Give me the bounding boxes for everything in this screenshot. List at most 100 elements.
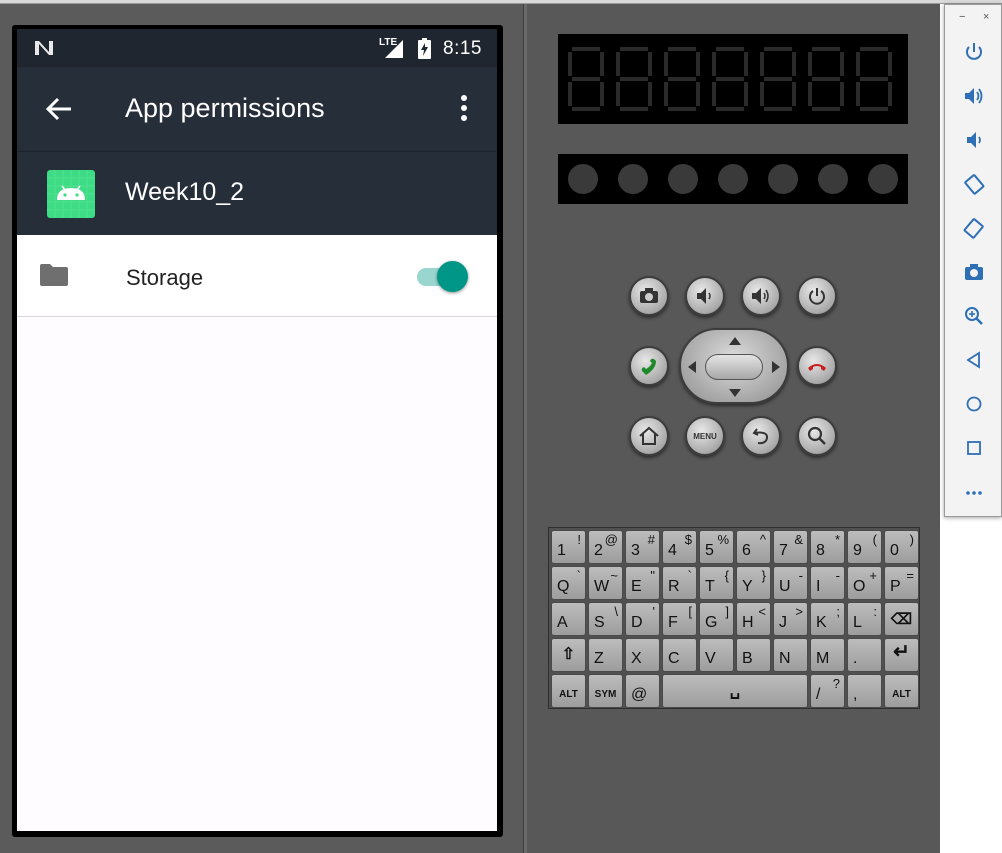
- toolbar-power-button[interactable]: [963, 41, 985, 63]
- overflow-menu-icon[interactable]: [453, 93, 475, 123]
- dpad-down-icon[interactable]: [728, 388, 742, 398]
- key-n[interactable]: N: [773, 638, 808, 672]
- key-label: 4: [668, 542, 677, 559]
- key-v[interactable]: V: [699, 638, 734, 672]
- key-enter[interactable]: ↵: [884, 638, 919, 672]
- device-screen[interactable]: LTE 8:15 App permissions Week10_2 Storag…: [17, 29, 497, 831]
- seven-segment-display: [558, 34, 908, 124]
- key-h[interactable]: H <: [736, 602, 771, 636]
- end-call-button[interactable]: [797, 346, 837, 386]
- minimize-button[interactable]: −: [959, 11, 965, 23]
- key-label: A: [557, 614, 568, 631]
- toolbar-zoom-button[interactable]: [963, 305, 985, 327]
- volume-down-button[interactable]: [685, 276, 725, 316]
- back-button[interactable]: [741, 416, 781, 456]
- key-[interactable]: .: [847, 638, 882, 672]
- key-q[interactable]: Q `: [551, 566, 586, 600]
- home-icon: [639, 426, 659, 445]
- key-label: @: [631, 686, 648, 703]
- led-indicator-strip: [558, 154, 908, 204]
- key-y[interactable]: Y}: [736, 566, 771, 600]
- dpad[interactable]: [679, 328, 789, 404]
- toolbar-home-button[interactable]: [963, 393, 985, 415]
- key-i[interactable]: I-: [810, 566, 845, 600]
- dpad-left-icon[interactable]: [687, 360, 697, 374]
- key-[interactable]: ,: [847, 674, 882, 708]
- key-4[interactable]: 4 $: [662, 530, 697, 564]
- power-button[interactable]: [797, 276, 837, 316]
- overview-icon: [967, 441, 981, 455]
- key-x[interactable]: X: [625, 638, 660, 672]
- permission-toggle[interactable]: [417, 259, 471, 293]
- key-f[interactable]: F[: [662, 602, 697, 636]
- key-0[interactable]: 0): [884, 530, 919, 564]
- home-button[interactable]: [629, 416, 669, 456]
- key-3[interactable]: 3 #: [625, 530, 660, 564]
- toolbar-volume-down-button[interactable]: [963, 129, 985, 151]
- key-a[interactable]: A: [551, 602, 586, 636]
- key-alt-label: \: [614, 604, 618, 619]
- rotate-left-icon: [964, 174, 985, 195]
- key-t[interactable]: T{: [699, 566, 734, 600]
- key-sym[interactable]: SYM: [588, 674, 623, 708]
- key-alt-label: (: [872, 532, 877, 547]
- toolbar-rotate-left-button[interactable]: [963, 173, 985, 195]
- key-p[interactable]: P =: [884, 566, 919, 600]
- toolbar-rotate-right-button[interactable]: [963, 217, 985, 239]
- key-[interactable]: @: [625, 674, 660, 708]
- key-label: 5: [705, 542, 714, 559]
- key-k[interactable]: K;: [810, 602, 845, 636]
- key-6[interactable]: 6 ^: [736, 530, 771, 564]
- led-indicator: [718, 164, 748, 194]
- toolbar-overview-button[interactable]: [963, 437, 985, 459]
- dpad-right-icon[interactable]: [771, 360, 781, 374]
- toolbar-volume-up-button[interactable]: [963, 85, 985, 107]
- key-alt-label: ): [909, 532, 914, 547]
- toolbar-back-button[interactable]: [963, 349, 985, 371]
- key-e[interactable]: E ": [625, 566, 660, 600]
- volume-up-button[interactable]: [741, 276, 781, 316]
- call-button[interactable]: [629, 346, 669, 386]
- key-1[interactable]: 1!: [551, 530, 586, 564]
- key-space[interactable]: ␣: [662, 674, 808, 708]
- key-del[interactable]: ⌫: [884, 602, 919, 636]
- key-2[interactable]: 2 @: [588, 530, 623, 564]
- key-alt[interactable]: ALT: [551, 674, 586, 708]
- key-b[interactable]: B: [736, 638, 771, 672]
- key-alt[interactable]: ALT: [884, 674, 919, 708]
- menu-button[interactable]: MENU: [685, 416, 725, 456]
- key-s[interactable]: S \: [588, 602, 623, 636]
- key-5[interactable]: 5%: [699, 530, 734, 564]
- key-9[interactable]: 9(: [847, 530, 882, 564]
- key-7[interactable]: 7 &: [773, 530, 808, 564]
- key-g[interactable]: G]: [699, 602, 734, 636]
- key-m[interactable]: M: [810, 638, 845, 672]
- key-8[interactable]: 8 *: [810, 530, 845, 564]
- key-l[interactable]: L:: [847, 602, 882, 636]
- android-n-icon: [35, 41, 53, 55]
- key-shift[interactable]: ⇧: [551, 638, 586, 672]
- key-d[interactable]: D ': [625, 602, 660, 636]
- toolbar-more-button[interactable]: [963, 481, 985, 503]
- key-z[interactable]: Z: [588, 638, 623, 672]
- key-label: N: [779, 650, 791, 667]
- key-label: G: [705, 614, 718, 631]
- permission-row-storage[interactable]: Storage: [17, 235, 497, 317]
- power-icon: [966, 43, 982, 60]
- toolbar-screenshot-button[interactable]: [963, 261, 985, 283]
- key-u[interactable]: U-: [773, 566, 808, 600]
- key-[interactable]: /?: [810, 674, 845, 708]
- search-button[interactable]: [797, 416, 837, 456]
- key-o[interactable]: O +: [847, 566, 882, 600]
- dpad-center-button[interactable]: [705, 354, 763, 380]
- key-w[interactable]: W ~: [588, 566, 623, 600]
- close-button[interactable]: ×: [983, 11, 989, 23]
- key-j[interactable]: J >: [773, 602, 808, 636]
- key-label: C: [668, 650, 680, 667]
- key-r[interactable]: R `: [662, 566, 697, 600]
- hardware-keyboard: 1! 2 @3 #4 $5% 6 ^ 7 & 8 * 9(0) Q ` W ~ E " R ` T{Y} U - I - O + P =…: [548, 527, 920, 709]
- camera-button[interactable]: [629, 276, 669, 316]
- key-c[interactable]: C: [662, 638, 697, 672]
- dpad-up-icon[interactable]: [728, 336, 742, 346]
- back-arrow-icon[interactable]: [45, 95, 73, 123]
